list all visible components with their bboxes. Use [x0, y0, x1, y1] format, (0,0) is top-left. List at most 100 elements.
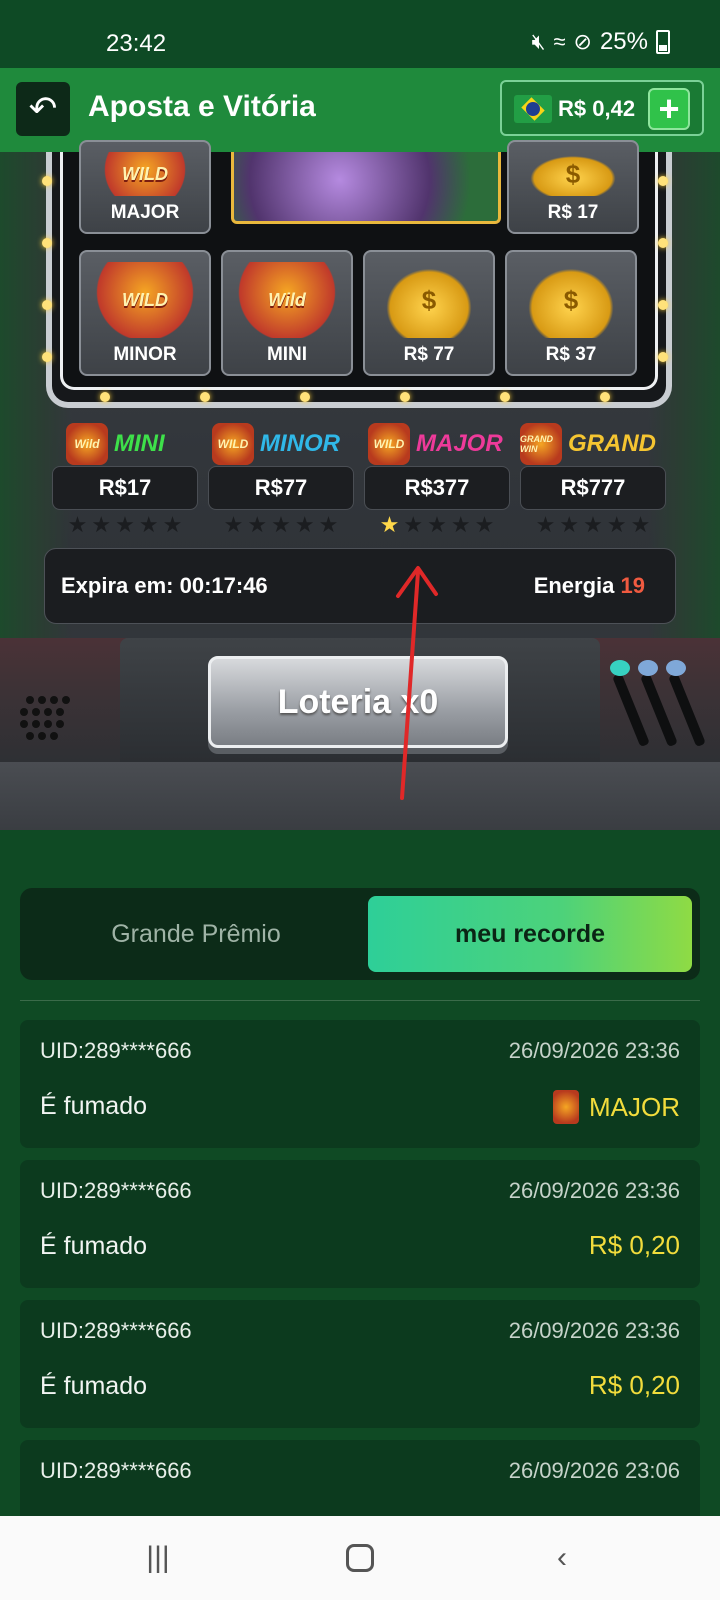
- star-icon: ★: [403, 512, 424, 537]
- jackpot-minor-value: R$77: [208, 466, 354, 510]
- jackpot-mini-label: Wild MINI: [66, 420, 216, 468]
- star-icon: ★: [162, 512, 183, 537]
- record-uid: UID:289****666: [40, 1458, 192, 1483]
- back-arrow-icon: ↶: [28, 90, 58, 128]
- reel-tile: $ R$ 17: [507, 140, 639, 234]
- marquee-light: [658, 238, 668, 248]
- coins-icon: $: [521, 262, 621, 338]
- marquee-light: [658, 352, 668, 362]
- star-icon: ★: [294, 512, 315, 537]
- star-icon: ★: [115, 512, 135, 537]
- marquee-light: [100, 392, 110, 402]
- star-icon: ★: [630, 512, 651, 537]
- record-status: É fumado: [40, 1092, 148, 1120]
- reel-tile-label: R$ 37: [545, 344, 597, 365]
- record-status: É fumado: [40, 1232, 148, 1260]
- recent-apps-button[interactable]: |||: [128, 1534, 188, 1582]
- status-bar: 23:42 🔇︎ ≈ ⊘ 25%: [0, 0, 720, 68]
- reel-frame: WILD MAJOR $ R$ 17 WILD MINOR Wild MINI …: [46, 140, 672, 408]
- record-tabs: Grande Prêmio meu recorde: [20, 888, 700, 980]
- expiry-timer: Expira em: 00:17:46: [61, 573, 268, 598]
- divider: [20, 1000, 700, 1001]
- jackpot-mini-value: R$17: [52, 466, 198, 510]
- jackpot-name: MAJOR: [416, 430, 503, 457]
- marquee-light: [42, 176, 52, 186]
- back-button[interactable]: ↶: [16, 82, 70, 136]
- marquee-light: [600, 392, 610, 402]
- star-icon: ★: [67, 512, 88, 537]
- record-prize: R$ 0,20: [588, 1370, 680, 1400]
- star-icon: ★: [606, 512, 627, 537]
- mute-icon: 🔇︎: [531, 29, 546, 54]
- star-icon: ★: [247, 512, 268, 537]
- star-icon: ★: [223, 512, 244, 537]
- record-date: 26/09/2026 23:36: [508, 1318, 680, 1343]
- record-item: UID:289****666 26/09/2026 23:36 É fumado…: [20, 1020, 700, 1148]
- reel-tile-label: MAJOR: [110, 202, 180, 223]
- record-uid: UID:289****666: [40, 1178, 192, 1203]
- tab-grand-prize[interactable]: Grande Prêmio: [28, 896, 364, 972]
- system-nav-bar: ||| ‹: [0, 1516, 720, 1600]
- record-status: É fumado: [40, 1372, 148, 1400]
- coins-icon: $: [379, 262, 479, 338]
- back-nav-button[interactable]: ‹: [532, 1534, 592, 1582]
- page-title: Aposta e Vitória: [88, 90, 316, 123]
- marquee-light: [400, 392, 410, 402]
- jackpot-grand-label: GRAND WIN GRAND: [520, 420, 670, 468]
- star-icon: ★: [474, 512, 495, 537]
- recent-apps-icon: |||: [146, 1541, 170, 1574]
- reel-grid: WILD MAJOR $ R$ 17 WILD MINOR Wild MINI …: [60, 140, 658, 390]
- record-prize: MAJOR: [553, 1090, 680, 1124]
- marquee-light: [42, 238, 52, 248]
- record-uid: UID:289****666: [40, 1038, 192, 1063]
- jackpot-grand-stars: ★ ★ ★ ★ ★: [520, 514, 666, 536]
- do-not-disturb-icon: ⊘: [573, 29, 592, 54]
- marquee-light: [42, 352, 52, 362]
- record-uid: UID:289****666: [40, 1318, 192, 1343]
- jackpot-minor-stars: ★ ★ ★ ★ ★: [208, 514, 354, 536]
- status-time: 23:42: [106, 30, 167, 57]
- status-icons: 🔇︎ ≈ ⊘ 25%: [532, 28, 670, 56]
- star-icon: ★: [379, 512, 400, 537]
- record-date: 26/09/2026 23:36: [508, 1178, 680, 1203]
- reel-tile-label: MINI: [266, 344, 308, 365]
- marquee-light: [42, 300, 52, 310]
- star-icon: ★: [318, 512, 339, 537]
- record-prize-text: MAJOR: [589, 1091, 680, 1122]
- wild-symbol-icon: WILD: [95, 152, 195, 196]
- brazil-flag-icon: [514, 95, 552, 123]
- star-icon: ★: [559, 512, 580, 537]
- lottery-button[interactable]: Loteria x0: [208, 656, 508, 748]
- energy-counter: Energia 19: [534, 573, 645, 599]
- reel-tile: $ R$ 37: [505, 250, 637, 376]
- jackpot-name: GRAND: [568, 430, 656, 457]
- reel-tile-label: R$ 17: [547, 202, 599, 223]
- chevron-left-icon: ‹: [557, 1541, 567, 1574]
- rabbit-wild-icon: WILD: [95, 262, 195, 338]
- star-icon: ★: [271, 512, 291, 537]
- info-bar: Expira em: 00:17:46 Energia 19: [44, 548, 676, 624]
- home-button[interactable]: [330, 1534, 390, 1582]
- reel-tile: WILD MINOR: [79, 250, 211, 376]
- star-icon: ★: [450, 512, 471, 537]
- home-icon: [346, 1544, 374, 1572]
- jackpot-major-label: WILD MAJOR: [368, 420, 518, 468]
- balance-value: R$ 0,42: [558, 96, 636, 121]
- jackpot-name: MINOR: [260, 430, 340, 457]
- record-item: UID:289****666 26/09/2026 23:36 É fumado…: [20, 1160, 700, 1288]
- marquee-light: [200, 392, 210, 402]
- jackpot-name: MINI: [114, 430, 165, 457]
- battery-percent: 25%: [599, 28, 648, 55]
- deposit-button[interactable]: +: [648, 88, 690, 130]
- record-item: UID:289****666 26/09/2026 23:36 É fumado…: [20, 1300, 700, 1428]
- levers-icon: [610, 660, 710, 750]
- record-date: 26/09/2026 23:36: [508, 1038, 680, 1063]
- marquee-light: [300, 392, 310, 402]
- balance-widget[interactable]: R$ 0,42 +: [500, 80, 704, 136]
- slot-machine: WILD MAJOR $ R$ 17 WILD MINOR Wild MINI …: [0, 140, 720, 830]
- tab-my-record[interactable]: meu recorde: [368, 896, 692, 972]
- marquee-light: [658, 176, 668, 186]
- star-icon: ★: [535, 512, 556, 537]
- reel-tile-label: R$ 77: [403, 344, 455, 365]
- star-icon: ★: [91, 512, 112, 537]
